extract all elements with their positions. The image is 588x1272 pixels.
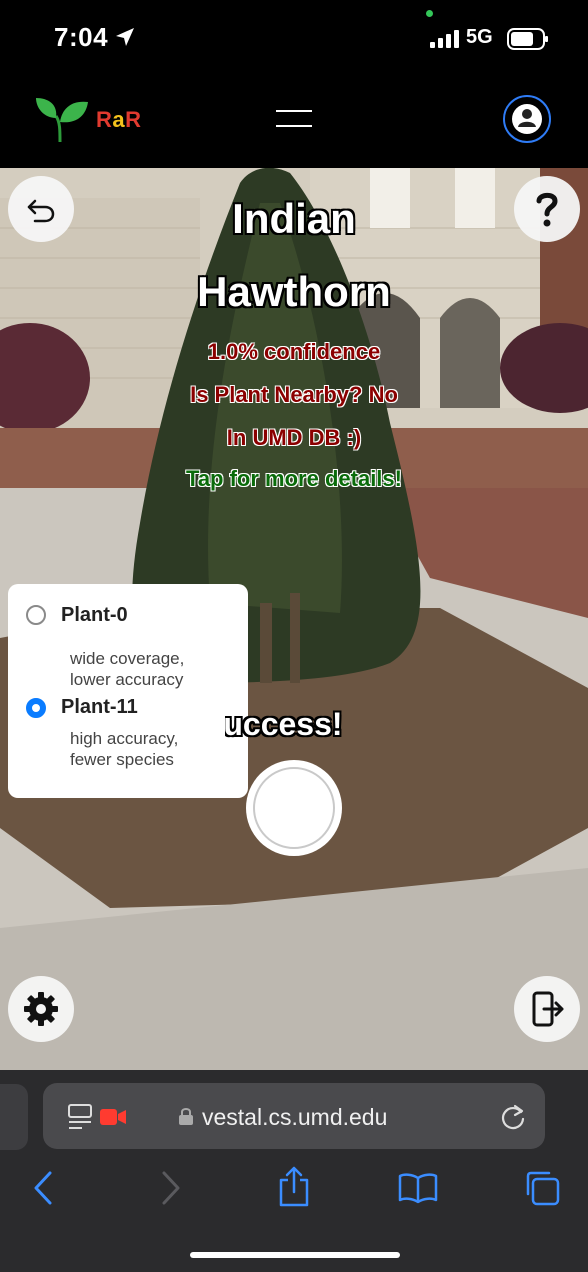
url-text[interactable]: vestal.cs.umd.edu — [202, 1104, 387, 1131]
reload-icon[interactable] — [499, 1103, 527, 1131]
brand-letter: R — [125, 107, 142, 132]
model-desc-line: wide coverage, — [70, 649, 185, 668]
plant-name-line1[interactable]: Indian — [0, 195, 588, 243]
confidence-text: 1.0% confidence — [207, 339, 381, 364]
brand-letter: R — [96, 107, 113, 132]
network-label: 5G — [466, 26, 493, 48]
battery-icon — [507, 28, 548, 50]
share-icon[interactable] — [278, 1166, 310, 1208]
status-text-value: Success! — [225, 706, 343, 742]
lock-icon — [179, 1108, 193, 1125]
profile-icon[interactable] — [503, 95, 551, 143]
model-label: Plant-11 — [61, 696, 138, 718]
model-label: Plant-0 — [61, 604, 128, 626]
radio-plant-0[interactable] — [26, 605, 46, 625]
tabs-icon[interactable] — [524, 1170, 560, 1206]
location-arrow-icon — [116, 28, 134, 46]
model-desc: high accuracy, fewer species — [70, 728, 240, 770]
model-selector: Plant-0 wide coverage, lower accuracy Pl… — [8, 584, 248, 798]
plant-name-line2[interactable]: Hawthorn — [0, 268, 588, 316]
model-desc-line: high accuracy, — [70, 729, 179, 748]
signal-icon — [430, 30, 459, 48]
status-time: 7:04 — [54, 22, 109, 52]
details-link[interactable]: Tap for more details! — [0, 466, 588, 492]
previous-tab-stub[interactable] — [0, 1084, 28, 1150]
exit-device-icon — [532, 991, 564, 1027]
capture-button-ring — [253, 767, 335, 849]
home-indicator — [190, 1252, 400, 1258]
model-desc: wide coverage, lower accuracy — [70, 648, 240, 690]
help-button[interactable] — [514, 176, 580, 242]
help-icon — [536, 192, 558, 227]
privacy-indicator — [426, 10, 433, 17]
radio-plant-11[interactable] — [26, 698, 46, 718]
settings-button[interactable] — [8, 976, 74, 1042]
leaf-logo-icon[interactable] — [34, 96, 90, 144]
capture-button[interactable] — [246, 760, 342, 856]
brand-letter: a — [112, 107, 126, 132]
forward-icon[interactable] — [158, 1170, 184, 1206]
settings-gear-icon — [24, 992, 58, 1026]
status-text: Success! — [225, 706, 375, 743]
model-desc-line: fewer species — [70, 750, 174, 769]
exit-button[interactable] — [514, 976, 580, 1042]
nearby-text: Is Plant Nearby? No — [190, 382, 398, 407]
bookmarks-icon[interactable] — [398, 1172, 438, 1204]
back-icon[interactable] — [30, 1170, 56, 1206]
model-desc-line: lower accuracy — [70, 670, 184, 689]
hamburger-icon[interactable] — [276, 110, 312, 128]
record-icon[interactable] — [100, 1108, 126, 1126]
reader-icon[interactable] — [68, 1104, 92, 1130]
undo-icon — [27, 199, 55, 223]
undo-button[interactable] — [8, 176, 74, 242]
brand-name: RaR — [96, 107, 142, 133]
db-status-text: In UMD DB :) — [226, 425, 362, 450]
